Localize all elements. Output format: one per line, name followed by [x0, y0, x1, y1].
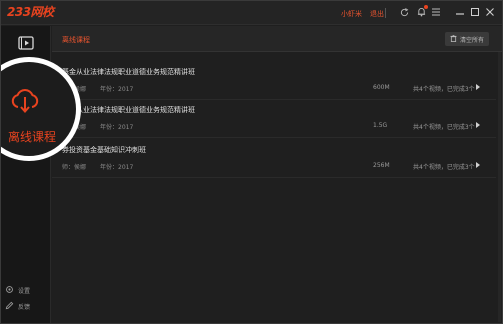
course-size: 600M: [373, 84, 390, 91]
notification-bell-icon[interactable]: [414, 5, 428, 19]
course-title: 券投资基金基础知识冲刺班: [62, 146, 146, 154]
trash-icon: [450, 34, 457, 44]
course-video-count: 共4个视频，已完成3个: [413, 86, 475, 93]
minimize-icon[interactable]: [453, 5, 467, 19]
main-content: 离线课程 清空所有 基金从业法律法规职业道德业务规范精讲班 师：侯娜年份：201…: [52, 26, 502, 323]
course-year: 年份：2017: [100, 124, 134, 131]
title-bar: 233网校 小虾米 退出: [1, 1, 502, 25]
logout-link[interactable]: 退出: [370, 9, 384, 19]
course-year: 年份：2017: [100, 86, 134, 93]
page-title: 离线课程: [62, 36, 90, 44]
title-divider: [385, 8, 386, 18]
course-size: 256M: [373, 162, 390, 169]
course-meta: 师：侯娜 年份：2017: [62, 162, 133, 171]
menu-icon[interactable]: [429, 5, 443, 19]
expand-arrow-icon[interactable]: [476, 84, 480, 90]
clear-all-label: 清空所有: [459, 36, 484, 44]
sidebar-settings-label: 设置: [18, 288, 31, 295]
sidebar-feedback-label: 反馈: [18, 304, 31, 311]
course-video-count: 共4个视频，已完成3个: [413, 124, 475, 131]
course-row[interactable]: 基金从业法律法规职业道德业务规范精讲班 师：侯娜年份：2017 600M 共4个…: [52, 62, 496, 100]
notification-badge: [424, 5, 428, 9]
course-row[interactable]: 券投资基金基础知识冲刺班 师：侯娜 年份：2017 256M 共4个视频，已完成3…: [52, 140, 496, 178]
close-icon[interactable]: [483, 5, 497, 19]
maximize-icon[interactable]: [468, 5, 482, 19]
content-header: 离线课程 清空所有: [52, 26, 502, 52]
course-video-count: 共4个视频，已完成3个: [413, 164, 475, 171]
refresh-icon[interactable]: [397, 5, 411, 19]
user-name-link[interactable]: 小虾米: [341, 9, 362, 19]
expand-arrow-icon[interactable]: [476, 162, 480, 168]
sidebar-item-feedback[interactable]: 反馈: [5, 301, 30, 312]
app-window: 233网校 小虾米 退出 设置 反馈 离线课程 离线课程 清空所有 基金从业法律…: [0, 0, 503, 324]
sidebar-video-icon[interactable]: [18, 36, 34, 52]
scrollbar[interactable]: [498, 52, 501, 322]
course-title: 基金从业法律法规职业道德业务规范精讲班: [62, 68, 195, 76]
course-teacher: 师：侯娜: [62, 164, 87, 171]
cloud-download-icon: [10, 88, 40, 116]
course-row[interactable]: 基金从业法律法规职业道德业务规范精讲班 师：侯娜年份：2017 1.5G 共4个…: [52, 100, 496, 138]
app-logo: 233网校: [7, 5, 54, 19]
clear-all-button[interactable]: 清空所有: [444, 32, 489, 46]
course-size: 1.5G: [373, 122, 388, 129]
gear-icon: [5, 285, 14, 296]
course-year: 年份：2017: [100, 164, 134, 171]
pencil-icon: [5, 301, 14, 312]
course-title: 基金从业法律法规职业道德业务规范精讲班: [62, 106, 195, 114]
expand-arrow-icon[interactable]: [476, 122, 480, 128]
offline-courses-label: 离线课程: [8, 130, 57, 144]
sidebar-item-settings[interactable]: 设置: [5, 285, 30, 296]
